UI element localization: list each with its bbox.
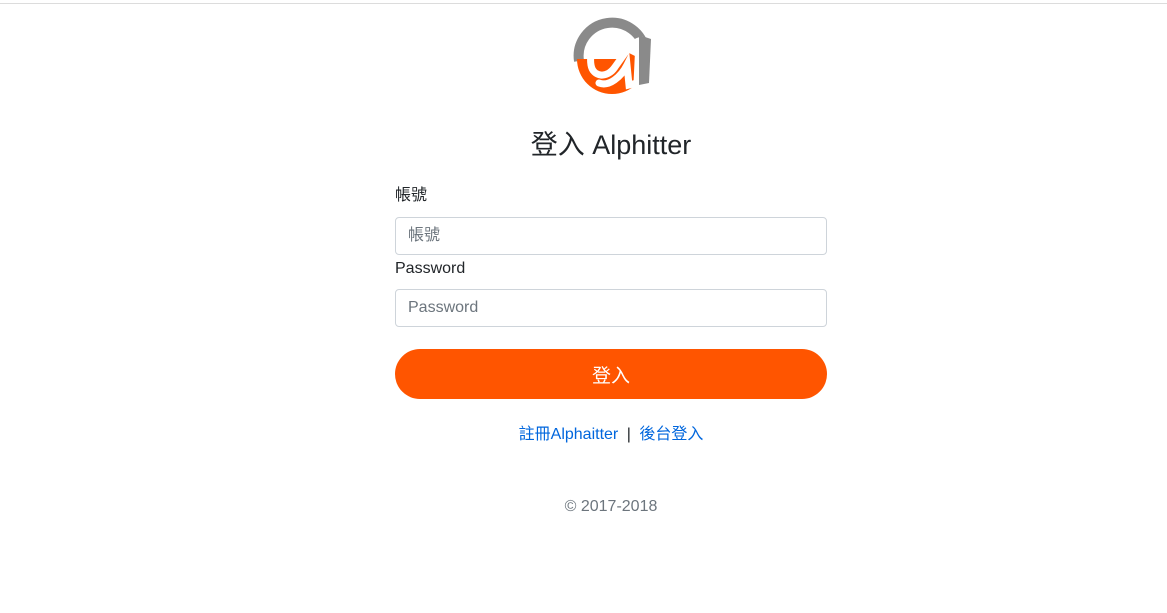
password-input[interactable] <box>395 289 827 327</box>
admin-login-link[interactable]: 後台登入 <box>639 426 703 443</box>
auth-links: 註冊Alphaitter | 後台登入 <box>0 425 1167 445</box>
password-label: Password <box>395 260 466 277</box>
register-link[interactable]: 註冊Alphaitter <box>519 426 619 443</box>
login-button[interactable]: 登入 <box>395 349 827 399</box>
login-page: 登入 Alphitter 帳號 Password 登入 註冊Alphaitter… <box>0 0 1167 613</box>
username-label: 帳號 <box>395 187 428 204</box>
top-divider <box>0 3 1167 4</box>
page-title: 登入 Alphitter <box>530 130 692 160</box>
copyright-text: © 2017-2018 <box>564 498 658 515</box>
link-separator: | <box>626 426 631 443</box>
alpha-logo-icon <box>573 17 651 94</box>
login-form: 帳號 Password <box>395 184 827 327</box>
username-input[interactable] <box>395 217 827 255</box>
